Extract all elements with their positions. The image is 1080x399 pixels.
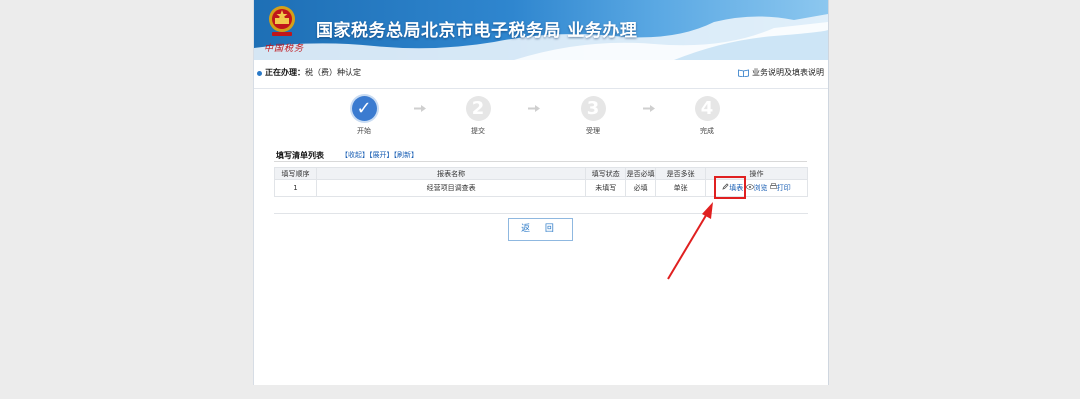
eye-icon	[745, 184, 754, 190]
list-actions: 【收起】【展开】【刷新】	[341, 150, 418, 160]
view-link[interactable]: 浏览	[754, 184, 768, 192]
progress-steps: ✓ 开始 2 提交 3 受理 4 完成	[254, 96, 828, 140]
site-subtitle: 业务办理	[567, 21, 638, 41]
current-task-label: 正在办理：	[265, 68, 305, 77]
row-form-name: 经营项目调查表	[315, 179, 587, 197]
list-title: 填写清单列表	[276, 151, 324, 160]
divider	[274, 161, 807, 162]
column-header: 报表名称	[315, 167, 587, 180]
step-label: 完成	[700, 127, 714, 135]
current-task-value: 税（费）种认定	[305, 68, 361, 77]
tax-logo-script: 中国税务	[264, 44, 305, 54]
column-header: 填写顺序	[274, 167, 317, 180]
back-button[interactable]: 返 回	[508, 218, 573, 241]
step-complete: 4 完成	[677, 96, 737, 136]
print-link[interactable]: 打印	[777, 184, 791, 192]
arrow-right-icon	[643, 105, 655, 112]
step-label: 开始	[357, 127, 371, 135]
highlight-box	[714, 176, 746, 199]
page-title: 国家税务总局北京市电子税务局 业务办理	[316, 16, 637, 41]
step-number: 4	[694, 96, 720, 121]
printer-icon	[769, 183, 777, 189]
national-emblem-icon	[269, 6, 295, 36]
refresh-link[interactable]: 【刷新】	[394, 151, 419, 159]
step-label: 受理	[586, 127, 600, 135]
divider	[274, 213, 808, 214]
help-link[interactable]: 业务说明及填表说明	[738, 67, 824, 78]
step-start: ✓ 开始	[334, 96, 394, 136]
arrow-right-icon	[414, 105, 426, 112]
help-link-label[interactable]: 业务说明及填表说明	[752, 67, 824, 78]
step-label: 提交	[471, 127, 485, 135]
book-icon	[738, 69, 749, 77]
row-multiple: 单张	[655, 179, 707, 197]
row-required: 必填	[625, 179, 657, 197]
step-check-icon: ✓	[351, 96, 377, 121]
step-accept: 3 受理	[563, 96, 623, 136]
step-submit: 2 提交	[448, 96, 508, 136]
expand-link[interactable]: 【展开】	[369, 151, 394, 159]
column-header: 是否多张	[655, 167, 707, 180]
step-number: 3	[580, 96, 606, 121]
arrow-right-icon	[528, 105, 540, 112]
current-task: 正在办理：税（费）种认定	[265, 67, 361, 78]
column-header: 是否必填	[625, 167, 657, 180]
row-status: 未填写	[585, 179, 627, 197]
current-task-bar: 正在办理：税（费）种认定 业务说明及填表说明	[254, 60, 828, 89]
column-header: 填写状态	[585, 167, 627, 180]
header-banner: 中国税务 国家税务总局北京市电子税务局 业务办理	[254, 0, 828, 60]
bullet-icon	[257, 71, 262, 76]
step-number: 2	[465, 96, 491, 121]
site-title: 国家税务总局北京市电子税务局	[316, 21, 561, 41]
row-seq: 1	[274, 179, 317, 197]
collapse-link[interactable]: 【收起】	[341, 151, 369, 159]
